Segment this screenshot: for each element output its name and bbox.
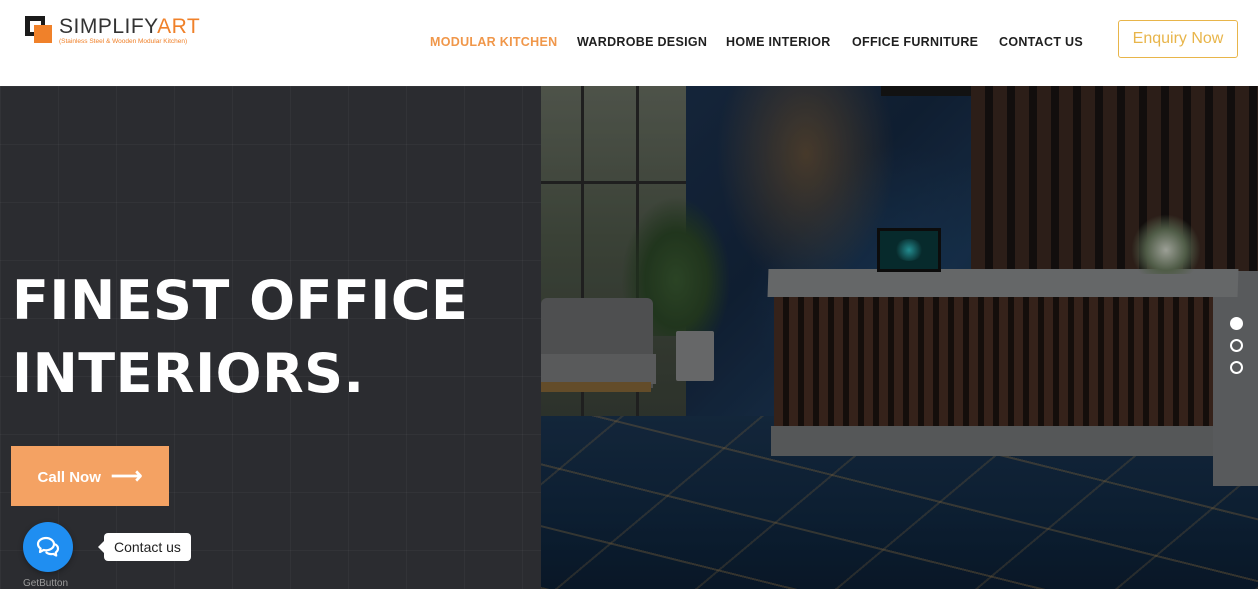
nav-item-office-furniture[interactable]: OFFICE FURNITURE	[852, 35, 978, 49]
hero-title-line-1: FINEST OFFICE	[12, 269, 469, 332]
contact-tooltip[interactable]: Contact us	[98, 533, 191, 561]
nav-item-wardrobe-design[interactable]: WARDROBE DESIGN	[577, 35, 707, 49]
site-header: SIMPLIFYART (Stainless Steel & Wooden Mo…	[0, 0, 1258, 86]
slider-dot-3[interactable]	[1230, 361, 1243, 374]
slider-dot-2[interactable]	[1230, 339, 1243, 352]
hero-title-line-2: INTERIORS.	[12, 342, 365, 405]
hero-image-office-reception	[541, 86, 1258, 589]
chat-bubbles-icon	[36, 536, 60, 557]
slider-dot-1[interactable]	[1230, 317, 1243, 330]
getbutton-credit[interactable]: GetButton	[23, 578, 68, 589]
long-arrow-right-icon: ⟶	[110, 463, 143, 488]
hero-title: FINEST OFFICE INTERIORS.	[12, 264, 468, 410]
call-now-button[interactable]: Call Now ⟶	[11, 446, 169, 506]
logo-name-main: SIMPLIFY	[59, 15, 158, 38]
contact-widget-button[interactable]	[23, 522, 73, 572]
hero-slider: FINEST OFFICE INTERIORS. Call Now ⟶	[0, 86, 1258, 589]
logo-mark-icon	[25, 16, 53, 44]
nav-item-contact-us[interactable]: CONTACT US	[999, 35, 1083, 49]
call-now-label: Call Now	[37, 469, 101, 486]
logo-name: SIMPLIFYART	[59, 15, 200, 39]
page: SIMPLIFYART (Stainless Steel & Wooden Mo…	[0, 0, 1258, 589]
enquiry-now-button[interactable]: Enquiry Now	[1118, 20, 1238, 58]
slider-pagination	[1230, 317, 1244, 377]
site-logo[interactable]: SIMPLIFYART (Stainless Steel & Wooden Mo…	[25, 15, 215, 51]
nav-item-modular-kitchen[interactable]: MODULAR KITCHEN	[430, 35, 557, 49]
logo-tagline: (Stainless Steel & Wooden Modular Kitche…	[59, 38, 188, 45]
hero-text-panel: FINEST OFFICE INTERIORS. Call Now ⟶	[0, 86, 541, 589]
logo-name-accent: ART	[157, 15, 201, 38]
nav-item-home-interior[interactable]: HOME INTERIOR	[726, 35, 831, 49]
